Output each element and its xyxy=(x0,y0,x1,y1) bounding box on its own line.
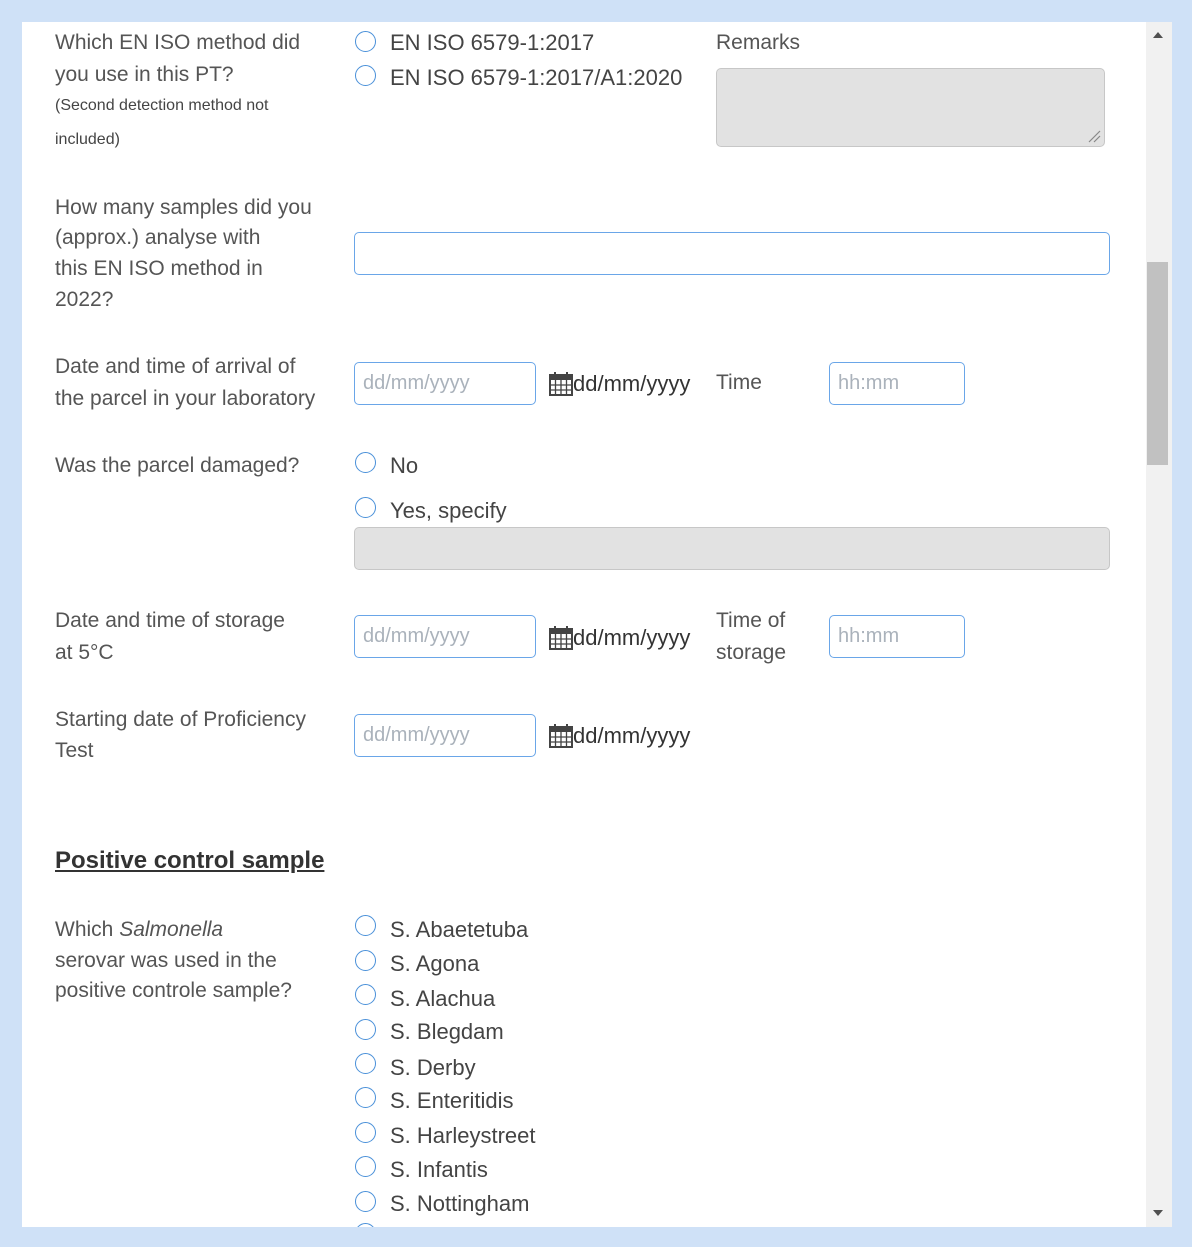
method-option-2-label[interactable]: EN ISO 6579-1:2017/A1:2020 xyxy=(390,65,682,91)
start-date-input[interactable]: dd/mm/yyyy xyxy=(354,714,536,757)
storage-time-label-line2: storage xyxy=(716,641,787,664)
method-note-line2: included) xyxy=(55,131,120,148)
serovar-radio-nottingham[interactable] xyxy=(355,1191,376,1212)
samples-question-line2: (approx.) analyse with xyxy=(55,226,261,249)
remarks-textarea[interactable] xyxy=(716,68,1105,147)
serovar-label-harleystreet[interactable]: S. Harleystreet xyxy=(390,1123,536,1149)
calendar-icon[interactable] xyxy=(549,626,573,650)
serovar-label-infantis[interactable]: S. Infantis xyxy=(390,1157,488,1183)
arrival-time-label: Time xyxy=(716,371,762,394)
start-date-format: dd/mm/yyyy xyxy=(549,723,690,749)
method-note-line1: (Second detection method not xyxy=(55,97,269,114)
storage-date-format: dd/mm/yyyy xyxy=(549,625,690,651)
remarks-label: Remarks xyxy=(716,31,801,54)
storage-date-input[interactable]: dd/mm/yyyy xyxy=(354,615,536,658)
arrival-date-format: dd/mm/yyyy xyxy=(549,371,690,397)
arrival-label-line1: Date and time of arrival of xyxy=(55,355,296,378)
serovar-question-prefix: Which xyxy=(55,918,120,941)
serovar-question-italic: Salmonella xyxy=(119,918,224,941)
serovar-label-agona[interactable]: S. Agona xyxy=(390,951,479,977)
serovar-radio-abaetetuba[interactable] xyxy=(355,915,376,936)
method-option-1-radio[interactable] xyxy=(355,31,376,52)
damaged-yes-label[interactable]: Yes, specify xyxy=(390,498,507,524)
arrival-date-format-text: dd/mm/yyyy xyxy=(573,371,691,396)
calendar-icon[interactable] xyxy=(549,724,573,748)
storage-time-input[interactable]: hh:mm xyxy=(829,615,965,658)
serovar-label-alachua[interactable]: S. Alachua xyxy=(390,986,495,1012)
start-date-label-line2: Test xyxy=(55,739,94,762)
arrival-date-input[interactable]: dd/mm/yyyy xyxy=(354,362,536,405)
arrival-time-input[interactable]: hh:mm xyxy=(829,362,965,405)
samples-question-line3: this EN ISO method in xyxy=(55,257,263,280)
serovar-radio-agona[interactable] xyxy=(355,950,376,971)
positive-control-heading: Positive control sample xyxy=(55,847,325,874)
arrival-label-line2: the parcel in your laboratory xyxy=(55,387,316,410)
start-date-format-text: dd/mm/yyyy xyxy=(573,723,691,748)
damaged-specify-input[interactable] xyxy=(354,527,1110,570)
calendar-icon[interactable] xyxy=(549,372,573,396)
method-option-1-label[interactable]: EN ISO 6579-1:2017 xyxy=(390,30,594,56)
damaged-question: Was the parcel damaged? xyxy=(55,454,300,477)
form-panel: Which EN ISO method did you use in this … xyxy=(22,22,1172,1227)
damaged-no-label[interactable]: No xyxy=(390,453,418,479)
serovar-label-abaetetuba[interactable]: S. Abaetetuba xyxy=(390,917,528,943)
scroll-up-arrow-icon[interactable] xyxy=(1151,30,1165,40)
damaged-no-radio[interactable] xyxy=(355,452,376,473)
start-date-label-line1: Starting date of Proficiency xyxy=(55,708,306,731)
serovar-question-line3: positive controle sample? xyxy=(55,979,292,1002)
serovar-radio-derby[interactable] xyxy=(355,1053,376,1074)
serovar-question-line2: serovar was used in the xyxy=(55,949,277,972)
scrollbar-thumb[interactable] xyxy=(1147,262,1168,465)
scroll-down-arrow-icon[interactable] xyxy=(1151,1208,1165,1218)
serovar-label-blegdam[interactable]: S. Blegdam xyxy=(390,1019,504,1045)
samples-count-input[interactable] xyxy=(354,232,1110,275)
serovar-radio-partial[interactable] xyxy=(355,1223,376,1227)
storage-label-line1: Date and time of storage xyxy=(55,609,285,632)
serovar-radio-blegdam[interactable] xyxy=(355,1019,376,1040)
serovar-label-nottingham[interactable]: S. Nottingham xyxy=(390,1191,529,1217)
damaged-yes-radio[interactable] xyxy=(355,497,376,518)
serovar-question-line1: Which Salmonella xyxy=(55,914,223,945)
resize-handle-icon[interactable] xyxy=(1087,129,1101,143)
samples-question-line1: How many samples did you xyxy=(55,196,312,219)
scrollbar-track[interactable] xyxy=(1146,22,1172,1227)
method-option-2-radio[interactable] xyxy=(355,65,376,86)
method-question-line1: Which EN ISO method did xyxy=(55,31,301,54)
serovar-radio-alachua[interactable] xyxy=(355,984,376,1005)
storage-label-line2: at 5°C xyxy=(55,641,114,664)
samples-question-line4: 2022? xyxy=(55,288,114,311)
storage-date-format-text: dd/mm/yyyy xyxy=(573,625,691,650)
method-question-line2: you use in this PT? xyxy=(55,63,234,86)
serovar-radio-infantis[interactable] xyxy=(355,1156,376,1177)
serovar-label-derby[interactable]: S. Derby xyxy=(390,1055,476,1081)
serovar-label-enteritidis[interactable]: S. Enteritidis xyxy=(390,1088,514,1114)
serovar-radio-harleystreet[interactable] xyxy=(355,1122,376,1143)
serovar-radio-enteritidis[interactable] xyxy=(355,1087,376,1108)
storage-time-label-line1: Time of xyxy=(716,609,786,632)
